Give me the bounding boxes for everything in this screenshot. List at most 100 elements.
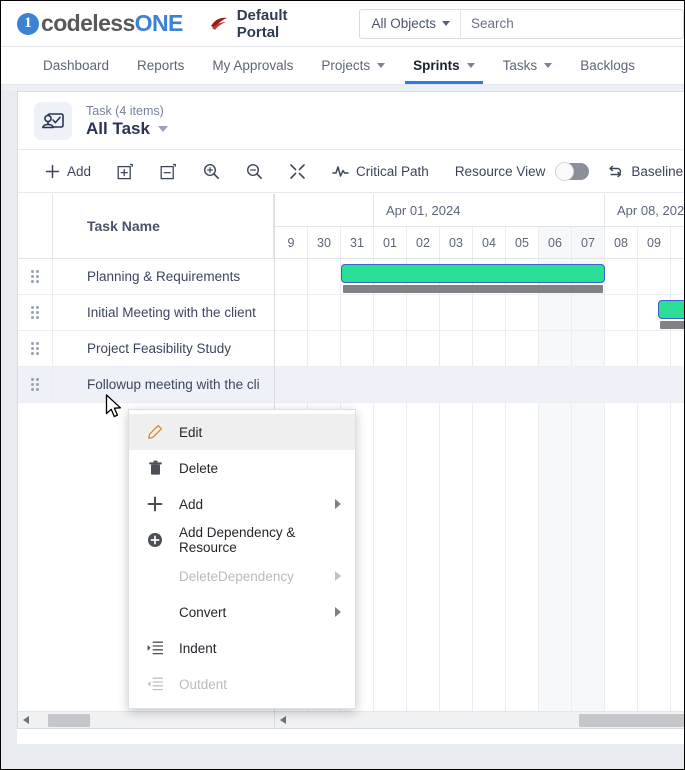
timeline-day-cell: 01: [374, 227, 407, 258]
task-name-cell[interactable]: Followup meeting with the cli: [53, 377, 274, 392]
menu-item-label: Add: [179, 496, 204, 512]
column-header-task-name[interactable]: Task Name: [53, 194, 274, 258]
gantt-toolbar: Add Critical Path Resource View Baseline: [18, 150, 684, 193]
chevron-right-icon: [335, 571, 341, 581]
grid-horizontal-scrollbar[interactable]: [18, 711, 274, 728]
zoom-in-button[interactable]: [190, 150, 233, 192]
menu-item-convert[interactable]: Convert: [129, 594, 355, 630]
collapse-all-button[interactable]: [147, 150, 190, 192]
task-name-cell[interactable]: Initial Meeting with the client: [53, 305, 274, 320]
chevron-down-icon: [442, 21, 451, 26]
gantt-baseline-bar: [659, 321, 684, 329]
nav-item-label: Sprints: [413, 58, 460, 73]
critical-path-label: Critical Path: [356, 163, 429, 179]
menu-item-indent[interactable]: Indent: [129, 630, 355, 666]
nav-item-projects[interactable]: Projects: [307, 47, 399, 84]
menu-item-label: Add Dependency & Resource: [179, 525, 296, 555]
grid-scroll-track[interactable]: [34, 712, 274, 728]
grid-scroll-thumb[interactable]: [48, 714, 90, 727]
timeline-day-cell: 9: [275, 227, 308, 258]
zoom-out-icon: [246, 163, 263, 180]
table-row[interactable]: Initial Meeting with the client: [18, 295, 274, 331]
nav-item-label: Reports: [137, 58, 185, 73]
scroll-left-arrow-icon[interactable]: [275, 712, 291, 728]
expand-all-button[interactable]: [104, 150, 147, 192]
drag-handle-icon[interactable]: [18, 367, 53, 402]
timeline-week-label: Apr 08, 2024: [605, 194, 684, 226]
gantt-task-bar[interactable]: [341, 264, 605, 283]
chevron-down-icon: [466, 63, 475, 68]
card-header-text: Task (4 items) All Task: [86, 103, 168, 139]
menu-item-label: Convert: [179, 604, 227, 620]
card-header: Task (4 items) All Task: [18, 92, 684, 150]
chart-scroll-track[interactable]: [291, 712, 684, 728]
logo-mark-icon: 1: [17, 12, 39, 35]
scroll-left-arrow-icon[interactable]: [18, 712, 34, 728]
baseline-button[interactable]: Baseline: [595, 150, 683, 192]
task-user-icon: [34, 102, 72, 140]
portal-label: Default Portal: [236, 6, 288, 41]
gantt-row[interactable]: [275, 331, 684, 367]
drag-handle-icon[interactable]: [18, 259, 53, 294]
table-row[interactable]: Project Feasibility Study: [18, 331, 274, 367]
chart-scroll-thumb[interactable]: [578, 714, 684, 727]
add-button[interactable]: Add: [32, 150, 104, 192]
menu-item-add-dependency-resource[interactable]: Add Dependency & Resource: [129, 522, 355, 558]
portal-selector[interactable]: Default Portal: [209, 7, 333, 41]
gantt-task-bar[interactable]: [657, 300, 684, 319]
logo-text-secondary: ONE: [134, 10, 184, 36]
task-name-cell[interactable]: Planning & Requirements: [53, 269, 274, 284]
critical-path-icon: [332, 164, 349, 179]
gantt-row[interactable]: [275, 367, 684, 403]
row-context-menu: Edit Delete Add Add Dependency & Resource De…: [128, 409, 356, 709]
nav-item-label: Dashboard: [43, 58, 110, 73]
timeline-week-label: [275, 194, 374, 226]
resource-view-toggle-group[interactable]: Resource View: [442, 150, 550, 192]
plus-icon: [145, 496, 165, 512]
menu-item-outdent: Outdent: [129, 666, 355, 702]
gantt-row[interactable]: [275, 295, 684, 331]
nav-item-sprints[interactable]: Sprints: [399, 47, 489, 84]
app-logo[interactable]: 1 codelessONE: [17, 10, 183, 37]
menu-item-edit[interactable]: Edit: [129, 414, 355, 450]
nav-item-my-approvals[interactable]: My Approvals: [198, 47, 307, 84]
table-row[interactable]: Followup meeting with the cli: [18, 367, 274, 403]
timeline-day-cell: 06: [539, 227, 572, 258]
nav-item-label: Backlogs: [580, 58, 635, 73]
chevron-down-icon[interactable]: [157, 126, 168, 132]
mouse-cursor: [105, 394, 123, 425]
timeline-day-cell: 1: [671, 227, 685, 258]
chevron-down-icon: [544, 63, 553, 68]
timeline-day-cell: 08: [605, 227, 638, 258]
menu-item-delete[interactable]: Delete: [129, 450, 355, 486]
zoom-out-button[interactable]: [233, 150, 276, 192]
task-name-cell[interactable]: Project Feasibility Study: [53, 341, 274, 356]
card-title-row[interactable]: All Task: [86, 119, 168, 139]
nav-item-label: My Approvals: [212, 58, 294, 73]
pencil-icon: [145, 424, 165, 440]
nav-item-dashboard[interactable]: Dashboard: [29, 47, 123, 84]
timeline-week-label: Apr 01, 2024: [374, 194, 605, 226]
nav-item-reports[interactable]: Reports: [123, 47, 198, 84]
menu-item-label: Indent: [179, 640, 217, 656]
baseline-label: Baseline: [631, 163, 684, 179]
page-title: All Task: [86, 119, 150, 138]
chart-horizontal-scrollbar[interactable]: [275, 711, 684, 728]
resource-view-toggle[interactable]: [555, 161, 590, 181]
nav-item-tasks[interactable]: Tasks: [489, 47, 567, 84]
drag-handle-icon[interactable]: [18, 331, 53, 366]
global-search[interactable]: All Objects: [358, 8, 684, 39]
timeline-day-cell: 02: [407, 227, 440, 258]
timeline-day-cell: 31: [341, 227, 374, 258]
search-input[interactable]: [461, 9, 683, 38]
bottom-gutter: [1, 744, 684, 769]
object-type-dropdown[interactable]: All Objects: [360, 9, 462, 38]
drag-handle-icon[interactable]: [18, 295, 53, 330]
fullscreen-button[interactable]: [276, 150, 319, 192]
nav-item-backlogs[interactable]: Backlogs: [566, 47, 649, 84]
critical-path-button[interactable]: Critical Path: [319, 150, 442, 192]
table-row[interactable]: Planning & Requirements: [18, 259, 274, 295]
logo-text-primary: codeless: [41, 10, 135, 36]
menu-item-add[interactable]: Add: [129, 486, 355, 522]
plus-icon: [45, 164, 60, 179]
